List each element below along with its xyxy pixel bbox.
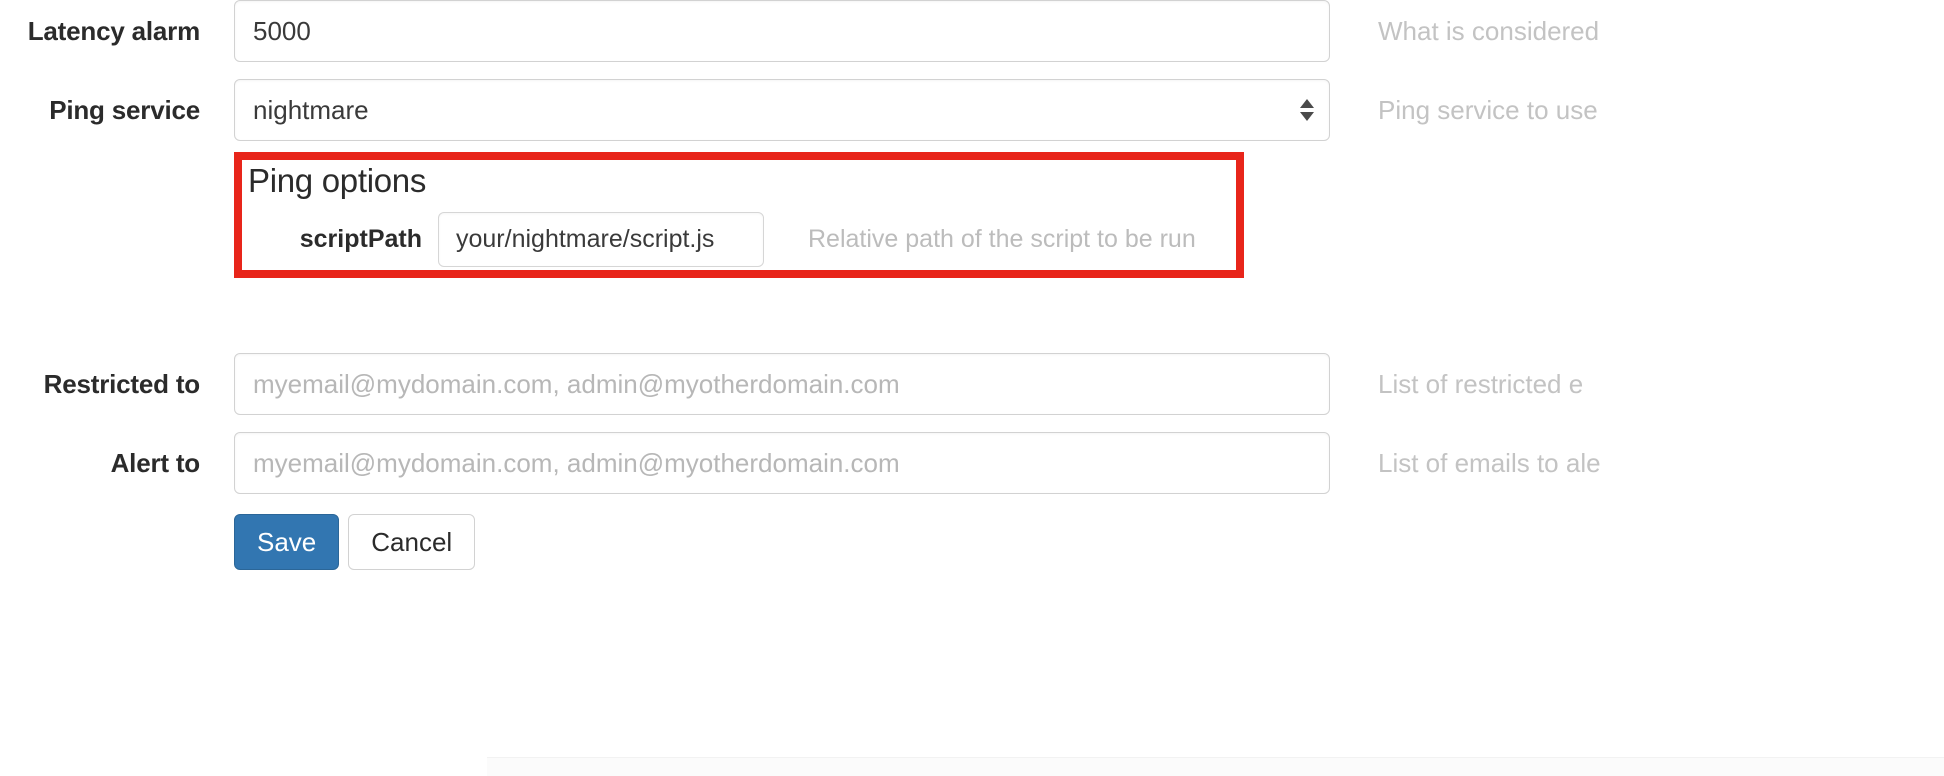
ping-service-selected-value: nightmare (234, 79, 1330, 141)
ping-options-title: Ping options (248, 162, 427, 199)
control-restricted-to (234, 353, 1330, 415)
label-ping-service: Ping service (49, 94, 200, 125)
form-row-latency-alarm: Latency alarm What is considered (0, 0, 1944, 62)
script-path-input[interactable] (438, 212, 764, 267)
form-row-alert-to: Alert to List of emails to ale (0, 432, 1944, 494)
control-alert-to (234, 432, 1330, 494)
form-row-script-path: scriptPath Relative path of the script t… (242, 212, 1236, 267)
control-ping-service: nightmare (234, 79, 1330, 141)
help-alert-to: List of emails to ale (1378, 447, 1601, 478)
save-button[interactable]: Save (234, 514, 340, 570)
bottom-panel (487, 757, 1944, 776)
help-ping-service: Ping service to use (1378, 94, 1598, 125)
form-button-bar: Save Cancel (234, 514, 476, 570)
select-updown-arrows-icon[interactable] (1300, 99, 1314, 121)
label-alert-to: Alert to (110, 447, 201, 478)
label-restricted-to: Restricted to (43, 368, 201, 399)
restricted-to-input[interactable] (234, 353, 1330, 415)
latency-alarm-input[interactable] (234, 0, 1330, 62)
form-row-restricted-to: Restricted to List of restricted e (0, 353, 1944, 415)
alert-to-input[interactable] (234, 432, 1330, 494)
label-latency-alarm: Latency alarm (27, 15, 200, 46)
label-script-path: scriptPath (299, 225, 422, 253)
control-script-path (438, 212, 764, 267)
help-latency-alarm: What is considered (1378, 15, 1600, 46)
ping-options-panel: Ping options scriptPath Relative path of… (242, 160, 1236, 270)
cancel-button[interactable]: Cancel (348, 514, 476, 570)
settings-form-screen: Latency alarm What is considered Ping se… (0, 0, 1944, 776)
form-row-ping-service: Ping service nightmare Ping service to u… (0, 79, 1944, 141)
control-latency-alarm (234, 0, 1330, 62)
ping-service-select[interactable]: nightmare (234, 79, 1330, 141)
help-script-path: Relative path of the script to be run (808, 225, 1196, 253)
help-restricted-to: List of restricted e (1378, 368, 1584, 399)
